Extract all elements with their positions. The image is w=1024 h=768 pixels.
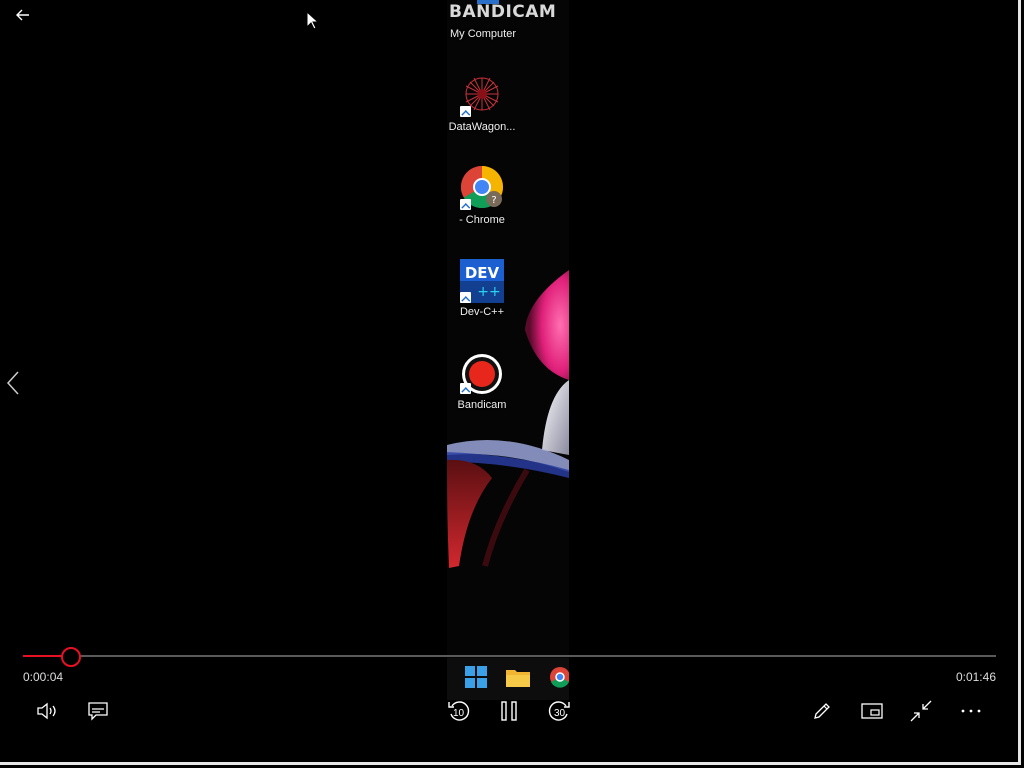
- skip-back-button[interactable]: 10: [444, 696, 474, 726]
- mouse-cursor-icon: [306, 10, 320, 35]
- arrow-left-icon: [16, 9, 30, 21]
- back-button[interactable]: [10, 4, 36, 26]
- pause-icon: [499, 701, 519, 721]
- pencil-icon: [812, 701, 832, 721]
- shortcut-arrow-icon: [460, 106, 471, 117]
- taskbar: [447, 658, 569, 700]
- desktop-icon-label: DataWagon...: [448, 121, 516, 133]
- chrome-taskbar-icon: [549, 666, 569, 692]
- seek-thumb[interactable]: [60, 647, 81, 667]
- skip-forward-label: 30: [554, 708, 566, 719]
- exit-fullscreen-button[interactable]: [906, 697, 936, 725]
- shortcut-arrow-icon: [460, 292, 471, 303]
- desktop-icon-label: Bandicam: [457, 399, 507, 411]
- chevron-left-icon: [7, 371, 19, 395]
- shortcut-arrow-icon: [460, 383, 471, 394]
- pause-button[interactable]: [495, 697, 523, 725]
- subtitles-button[interactable]: [83, 698, 113, 724]
- more-icon: [961, 709, 981, 713]
- video-frame[interactable]: BANDICAM My Computer DataWagon... ? - Ch…: [447, 0, 569, 700]
- total-time: 0:01:46: [955, 670, 996, 684]
- svg-text:++: ++: [477, 284, 500, 300]
- windows-start-icon: [465, 666, 487, 692]
- more-button[interactable]: [956, 698, 986, 724]
- mini-view-icon: [861, 703, 883, 719]
- shortcut-arrow-icon: [460, 199, 471, 210]
- rewind-10-icon: 10: [446, 698, 472, 724]
- previous-button[interactable]: [2, 368, 24, 398]
- seek-bar[interactable]: [23, 647, 996, 667]
- mini-view-button[interactable]: [857, 698, 887, 724]
- subtitles-icon: [87, 701, 109, 721]
- dev-icon-text: DEV: [465, 264, 500, 282]
- desktop-icon-label: - Chrome: [459, 214, 505, 226]
- bandicam-watermark: BANDICAM: [449, 2, 557, 22]
- desktop-icon-label: Dev-C++: [459, 306, 505, 318]
- skip-forward-button[interactable]: 30: [544, 696, 574, 726]
- forward-30-icon: 30: [546, 698, 572, 724]
- edit-button[interactable]: [807, 698, 837, 724]
- skip-back-label: 10: [453, 708, 465, 719]
- file-explorer-icon: [506, 667, 530, 691]
- shrink-icon: [910, 700, 932, 722]
- volume-button[interactable]: [32, 698, 62, 724]
- current-time: 0:00:04: [23, 670, 64, 684]
- desktop-icon-label: My Computer: [449, 28, 517, 40]
- svg-text:?: ?: [491, 195, 496, 206]
- speaker-icon: [36, 702, 58, 720]
